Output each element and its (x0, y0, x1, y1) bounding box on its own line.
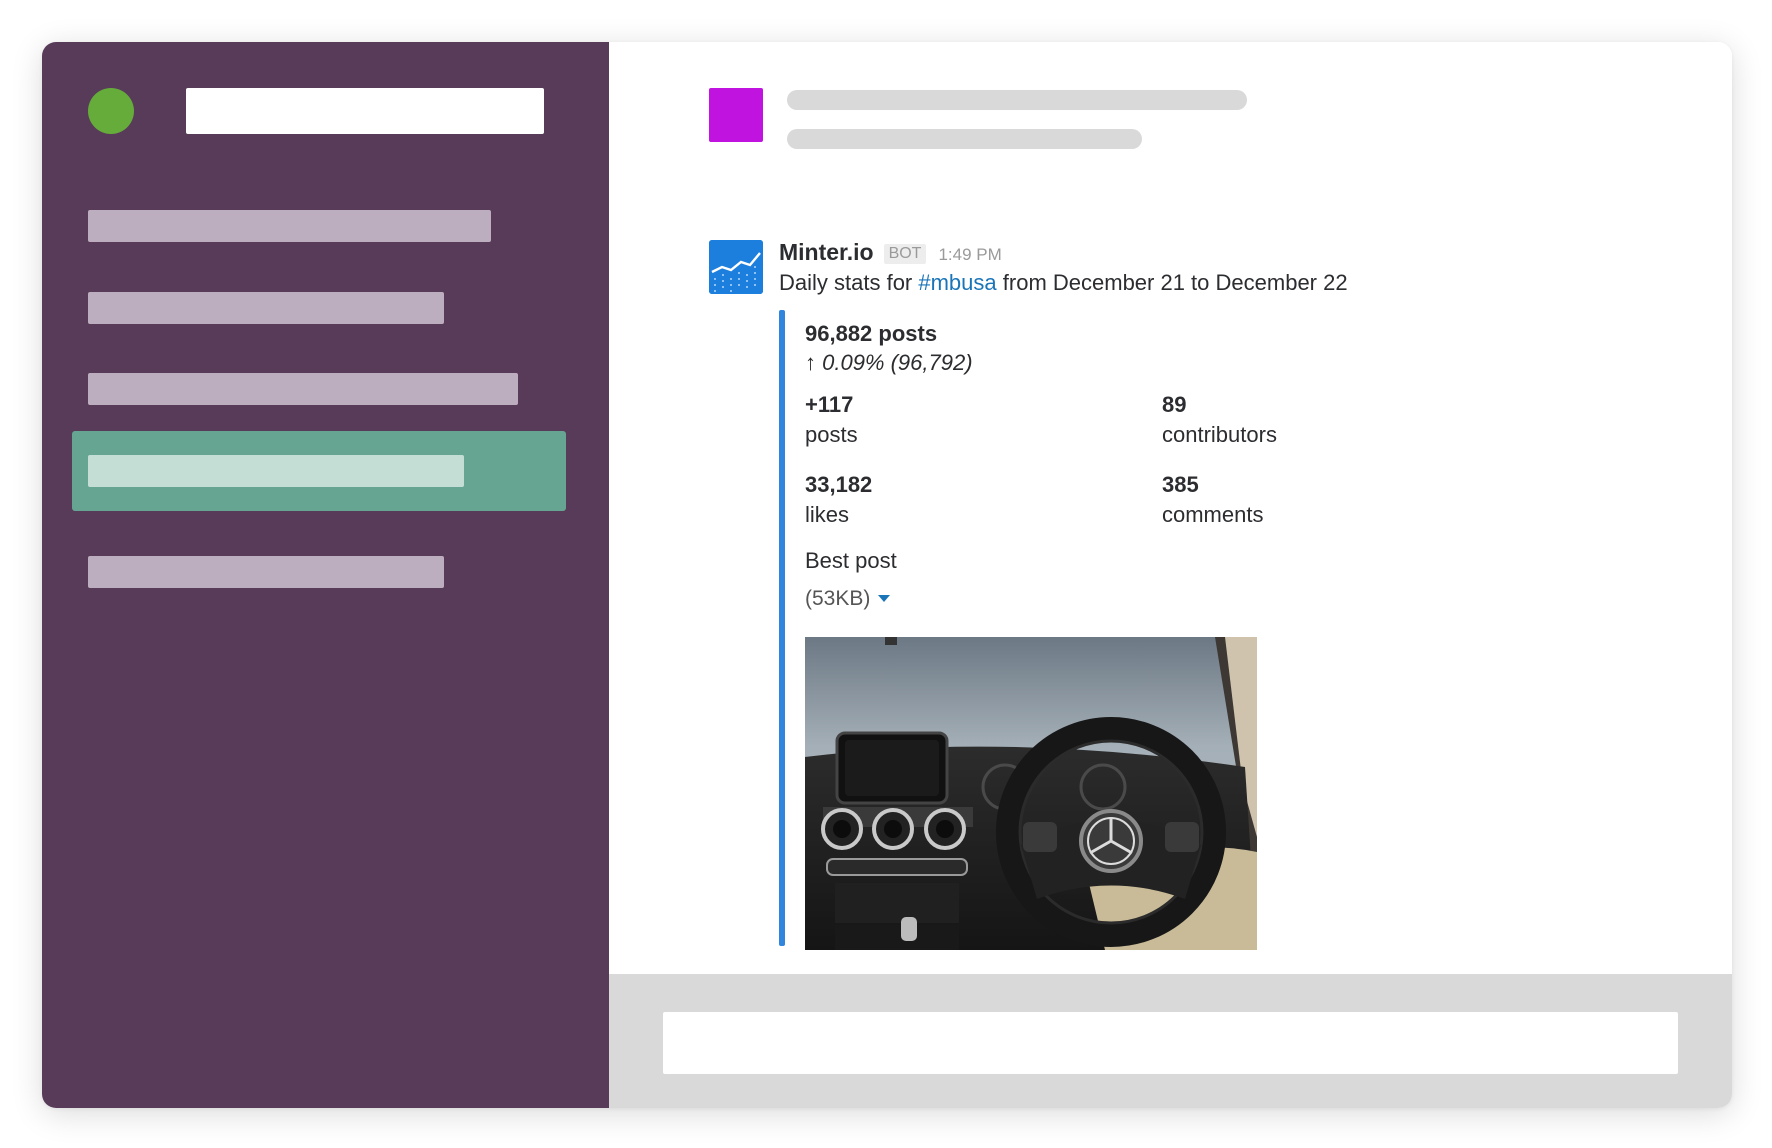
stat-label: contributors (1162, 422, 1277, 447)
bot-badge: BOT (883, 244, 927, 264)
workspace-name-placeholder[interactable] (186, 88, 544, 134)
best-post-size-toggle[interactable]: (53KB) (805, 587, 891, 611)
sidebar (42, 42, 609, 1108)
best-post-image[interactable] (805, 637, 1257, 950)
sidebar-item-5[interactable] (42, 556, 609, 600)
composer-area (609, 974, 1732, 1108)
attachment-border (779, 310, 785, 946)
message-text-prefix: Daily stats for (779, 270, 919, 295)
presence-indicator (88, 88, 134, 134)
stat-value: 385 (1162, 472, 1199, 497)
stat-value: 33,182 (805, 472, 873, 497)
best-post-title: Best post (805, 548, 897, 573)
channel-link[interactable]: #mbusa (918, 270, 996, 295)
channel-avatar (709, 88, 763, 142)
message-input[interactable] (663, 1012, 1678, 1074)
caret-down-icon[interactable] (878, 595, 891, 602)
stat-label: likes (805, 502, 850, 527)
sidebar-item-1[interactable] (42, 210, 609, 254)
skeleton-line-1 (787, 90, 1247, 110)
bot-name[interactable]: Minter.io (779, 239, 874, 266)
stat-label: posts (805, 422, 858, 447)
slack-window: Minter.io BOT 1:49 PM Daily stats for #m… (42, 42, 1732, 1108)
message-text: Daily stats for #mbusa from December 21 … (779, 270, 1348, 296)
total-posts: 96,882 posts (805, 321, 938, 346)
sidebar-item-3[interactable] (42, 373, 609, 417)
message-pane: Minter.io BOT 1:49 PM Daily stats for #m… (609, 42, 1732, 1108)
skeleton-line-2 (787, 129, 1142, 149)
sidebar-item-active[interactable] (72, 431, 566, 511)
sidebar-item-2[interactable] (42, 292, 609, 336)
message-text-suffix: from December 21 to December 22 (996, 270, 1348, 295)
message-time[interactable]: 1:49 PM (938, 245, 1001, 265)
posts-change: ↑ 0.09% (96,792) (805, 350, 973, 375)
best-post-size: (53KB) (805, 587, 871, 610)
stat-value: 89 (1162, 392, 1187, 417)
chart-line-icon[interactable] (709, 240, 763, 294)
stat-value: +117 (805, 392, 854, 417)
stat-label: comments (1162, 502, 1264, 527)
message-header: Minter.io BOT 1:49 PM (779, 239, 1002, 269)
